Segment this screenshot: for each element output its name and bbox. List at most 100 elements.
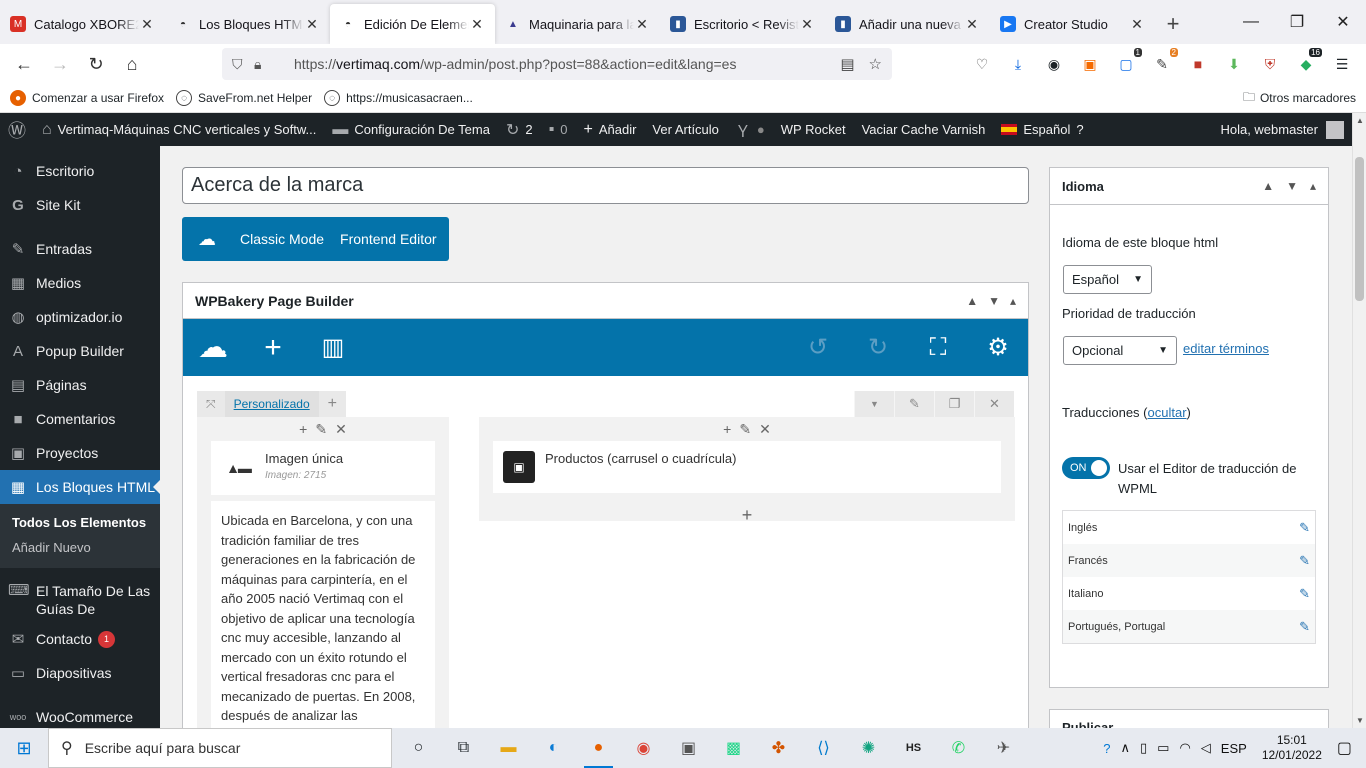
input-language[interactable]: ESP bbox=[1221, 741, 1247, 756]
reload-icon[interactable]: ↻ bbox=[78, 48, 114, 80]
menu-icon[interactable]: ☰ bbox=[1328, 50, 1356, 78]
browser-tab[interactable]: ▮ Añadir una nueva en ✕ bbox=[825, 4, 990, 44]
sidebar-item-escritorio[interactable]: ◔ Escritorio bbox=[0, 154, 160, 188]
edit-pencil-icon[interactable]: ✎ bbox=[315, 421, 327, 438]
tab-close-icon[interactable]: ✕ bbox=[139, 16, 155, 33]
delete-x-icon[interactable]: ✕ bbox=[974, 391, 1014, 417]
sidebar-item-contacto[interactable]: ✉ Contacto 1 bbox=[0, 622, 160, 656]
forward-arrow-icon[interactable]: → bbox=[42, 48, 78, 80]
templates-icon[interactable]: ▥ bbox=[303, 319, 363, 376]
wpml-editor-toggle[interactable]: ON bbox=[1062, 457, 1110, 479]
collapse-toggle-icon[interactable]: ▴ bbox=[1010, 294, 1016, 308]
sidebar-item-tamano-guias[interactable]: ⌨ El Tamaño De Las Guías De bbox=[0, 574, 160, 622]
tab-close-icon[interactable]: ✕ bbox=[304, 16, 320, 33]
element-products[interactable]: ▣ Productos (carrusel o cuadrícula) bbox=[493, 441, 1001, 493]
extension-icon[interactable]: ⛨ bbox=[1256, 50, 1284, 78]
tab-close-icon[interactable]: ✕ bbox=[964, 16, 980, 33]
language-select[interactable]: Español ▼ bbox=[1063, 265, 1152, 294]
extension-badge-icon[interactable]: ▢ 1 bbox=[1112, 48, 1142, 78]
vscode-icon[interactable]: ⟨⟩ bbox=[801, 728, 846, 768]
redo-icon[interactable]: ↻ bbox=[848, 319, 908, 376]
fullscreen-icon[interactable]: ⛶ bbox=[908, 319, 968, 376]
scrollbar-thumb[interactable] bbox=[1355, 157, 1364, 301]
taskbar-search[interactable]: ⚲ Escribe aquí para buscar bbox=[48, 728, 392, 768]
bookmark-item[interactable]: ◌ https://musicasacraen... bbox=[324, 90, 473, 106]
row-dropdown-icon[interactable]: ▼ bbox=[854, 391, 894, 417]
sidebar-item-proyectos[interactable]: ▣ Proyectos bbox=[0, 436, 160, 470]
submenu-item-all[interactable]: Todos Los Elementos bbox=[0, 510, 160, 535]
user-account[interactable]: Hola, webmaster bbox=[1220, 120, 1352, 139]
sidebar-item-los-bloques-html[interactable]: ▦ Los Bloques HTML bbox=[0, 470, 160, 504]
add-new-link[interactable]: + Añadir bbox=[576, 113, 645, 146]
other-bookmarks[interactable]: 🗀︎ Otros marcadores bbox=[1243, 88, 1356, 109]
task-view-icon[interactable]: ⧉ bbox=[441, 728, 486, 768]
row-layout-link[interactable]: Personalizado bbox=[224, 391, 319, 417]
minimize-icon[interactable]: — bbox=[1228, 0, 1274, 44]
volume-icon[interactable]: ◁ bbox=[1201, 740, 1211, 756]
wp-rocket-link[interactable]: WP Rocket bbox=[773, 113, 854, 146]
clock[interactable]: 15:01 12/01/2022 bbox=[1262, 733, 1322, 763]
view-article-link[interactable]: Ver Artículo bbox=[644, 113, 726, 146]
help-icon[interactable]: ? bbox=[1103, 741, 1110, 756]
chrome-icon[interactable]: ◉ bbox=[621, 728, 666, 768]
account-icon[interactable]: ◉ bbox=[1040, 50, 1068, 78]
pocket-icon[interactable]: ♡ bbox=[968, 50, 996, 78]
tab-close-icon[interactable]: ✕ bbox=[1129, 16, 1145, 33]
edit-pencil-icon[interactable]: ✎ bbox=[1299, 586, 1310, 602]
bookmark-item[interactable]: ◌ SaveFrom.net Helper bbox=[176, 90, 312, 106]
tab-close-icon[interactable]: ✕ bbox=[634, 16, 650, 33]
browser-tab[interactable]: ◓ Los Bloques HTML ‹ Vert ✕ bbox=[165, 4, 330, 44]
add-column-icon[interactable]: + bbox=[319, 391, 346, 417]
sidebar-item-entradas[interactable]: ✎ Entradas bbox=[0, 232, 160, 266]
extension-badge-icon[interactable]: ◆ 16 bbox=[1292, 48, 1322, 78]
browser-tab[interactable]: ▮ Escritorio < Revista F ✕ bbox=[660, 4, 825, 44]
chevron-down-icon[interactable]: ▼ bbox=[1286, 179, 1298, 193]
sidebar-item-optimizador[interactable]: ◍ optimizador.io bbox=[0, 300, 160, 334]
edit-pencil-icon[interactable]: ✎ bbox=[1299, 553, 1310, 569]
comments-link[interactable]: ▪ 0 bbox=[541, 113, 576, 146]
tray-expand-icon[interactable]: ∧ bbox=[1120, 740, 1130, 756]
new-tab-button[interactable]: + bbox=[1155, 4, 1191, 44]
sidebar-item-site-kit[interactable]: G Site Kit bbox=[0, 188, 160, 222]
app-icon[interactable]: ✈ bbox=[981, 728, 1026, 768]
theme-config-link[interactable]: ▬ Configuración De Tema bbox=[324, 113, 498, 146]
sidebar-item-woocommerce[interactable]: woo WooCommerce bbox=[0, 700, 160, 728]
pycharm-icon[interactable]: ▩ bbox=[711, 728, 756, 768]
add-element-icon[interactable]: + bbox=[243, 319, 303, 376]
extension-icon[interactable]: ⬇ bbox=[1220, 50, 1248, 78]
collapse-toggle-icon[interactable]: ▴ bbox=[1310, 179, 1316, 193]
scroll-up-icon[interactable]: ▲ bbox=[1353, 116, 1366, 125]
reader-view-icon[interactable]: ▤ bbox=[840, 55, 854, 73]
bookmark-star-icon[interactable]: ☆ bbox=[869, 55, 882, 73]
row-move-icon[interactable]: ⤧ bbox=[197, 391, 225, 417]
tab-close-icon[interactable]: ✕ bbox=[799, 16, 815, 33]
browser-tab[interactable]: ▶ Creator Studio ✕ bbox=[990, 4, 1155, 44]
browser-tab-active[interactable]: ◓ Edición De Elemento ✕ bbox=[330, 4, 495, 44]
app-icon[interactable]: ▣ bbox=[666, 728, 711, 768]
browser-tab[interactable]: ▲ Maquinaria para la C ✕ bbox=[495, 4, 660, 44]
url-bar[interactable]: ⛉ 🔒︎ https://vertimaq.com/wp-admin/post.… bbox=[222, 48, 892, 80]
app-icon[interactable]: ✺ bbox=[846, 728, 891, 768]
element-text-block[interactable]: Ubicada en Barcelona, y con una tradició… bbox=[211, 501, 435, 728]
download-icon[interactable]: ⤓ bbox=[1004, 50, 1032, 78]
yoast-icon[interactable]: Ｙ ● bbox=[727, 113, 773, 146]
shield-icon[interactable]: ⛉ bbox=[232, 56, 254, 73]
app-icon[interactable]: HS bbox=[891, 728, 936, 768]
extension-badge-icon[interactable]: ✎ 2 bbox=[1148, 48, 1178, 78]
vertical-scrollbar[interactable]: ▲ ▼ bbox=[1352, 113, 1366, 728]
file-explorer-icon[interactable]: ▬ bbox=[486, 728, 531, 768]
wordpress-logo-icon[interactable]: Ⓦ bbox=[0, 113, 34, 146]
sidebar-item-comentarios[interactable]: ■ Comentarios bbox=[0, 402, 160, 436]
extension-icon[interactable]: ■ bbox=[1184, 50, 1212, 78]
wifi-icon[interactable]: ◠ bbox=[1179, 740, 1190, 756]
add-icon[interactable]: + bbox=[723, 421, 731, 437]
windows-start-icon[interactable]: ⊞ bbox=[0, 728, 48, 768]
app-icon[interactable]: ✤ bbox=[756, 728, 801, 768]
home-icon[interactable]: ⌂ bbox=[114, 48, 150, 80]
wpbakery-cloud-icon[interactable]: ☁ bbox=[183, 319, 243, 376]
add-icon[interactable]: + bbox=[299, 421, 307, 437]
updates-link[interactable]: ↻ 2 bbox=[498, 113, 541, 146]
chevron-up-icon[interactable]: ▲ bbox=[1262, 179, 1274, 193]
scroll-down-icon[interactable]: ▼ bbox=[1353, 716, 1366, 725]
sidebar-item-diapositivas[interactable]: ▭ Diapositivas bbox=[0, 656, 160, 690]
